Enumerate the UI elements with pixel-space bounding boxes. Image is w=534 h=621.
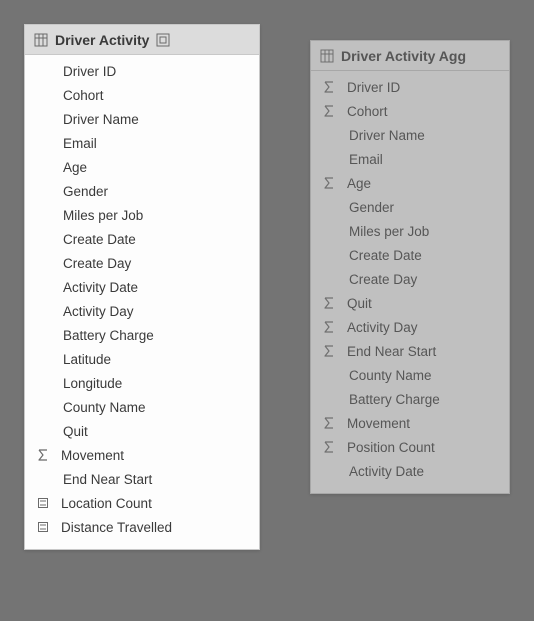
field-row[interactable]: Position Count: [311, 435, 509, 459]
field-row[interactable]: Gender: [25, 179, 259, 203]
field-row[interactable]: County Name: [311, 363, 509, 387]
field-label: Create Day: [349, 272, 417, 287]
field-row[interactable]: Location Count: [25, 491, 259, 515]
field-label: County Name: [63, 400, 146, 415]
field-label: Create Date: [349, 248, 422, 263]
field-row[interactable]: Activity Day: [25, 299, 259, 323]
sigma-icon: [321, 79, 337, 95]
field-row[interactable]: Driver ID: [25, 59, 259, 83]
field-label: Cohort: [63, 88, 104, 103]
table-icon: [33, 32, 49, 48]
field-label: Driver Name: [349, 128, 425, 143]
field-row[interactable]: Quit: [311, 291, 509, 315]
field-label: Email: [63, 136, 97, 151]
field-row[interactable]: Create Date: [311, 243, 509, 267]
field-label: Gender: [349, 200, 394, 215]
field-label: Position Count: [347, 440, 435, 455]
sigma-icon: [321, 415, 337, 431]
field-label: Activity Date: [63, 280, 138, 295]
field-label: Longitude: [63, 376, 122, 391]
field-row[interactable]: Email: [25, 131, 259, 155]
field-row[interactable]: Activity Day: [311, 315, 509, 339]
panel-body: Driver ID Cohort Driver Name Email Age Gender…: [25, 55, 259, 549]
field-label: Age: [347, 176, 371, 191]
field-label: Email: [349, 152, 383, 167]
field-row[interactable]: Movement: [25, 443, 259, 467]
field-label: Activity Day: [347, 320, 418, 335]
field-row[interactable]: Create Day: [311, 267, 509, 291]
field-label: Latitude: [63, 352, 111, 367]
sigma-icon: [321, 103, 337, 119]
sigma-icon: [321, 439, 337, 455]
panel-body: Driver ID Cohort Driver Name Email Age Gender…: [311, 71, 509, 493]
field-row[interactable]: Create Day: [25, 251, 259, 275]
field-label: Cohort: [347, 104, 388, 119]
field-label: Movement: [347, 416, 410, 431]
field-label: End Near Start: [63, 472, 152, 487]
calculator-icon: [35, 495, 51, 511]
table-panel-driver-activity[interactable]: Driver Activity Driver ID Cohort Driver Nam…: [24, 24, 260, 550]
model-canvas[interactable]: Driver Activity Driver ID Cohort Driver Nam…: [0, 0, 534, 621]
field-row[interactable]: Distance Travelled: [25, 515, 259, 539]
field-row[interactable]: Latitude: [25, 347, 259, 371]
table-icon: [319, 48, 335, 64]
field-row[interactable]: End Near Start: [25, 467, 259, 491]
field-row[interactable]: Age: [25, 155, 259, 179]
sigma-icon: [35, 447, 51, 463]
field-label: Battery Charge: [63, 328, 154, 343]
field-row[interactable]: Driver Name: [311, 123, 509, 147]
field-row[interactable]: Driver ID: [311, 75, 509, 99]
sigma-icon: [321, 319, 337, 335]
calculator-icon: [35, 519, 51, 535]
field-row[interactable]: Battery Charge: [311, 387, 509, 411]
field-label: Miles per Job: [63, 208, 143, 223]
field-label: Miles per Job: [349, 224, 429, 239]
field-row[interactable]: Cohort: [25, 83, 259, 107]
panel-title: Driver Activity Agg: [341, 48, 466, 64]
table-panel-driver-activity-agg[interactable]: Driver Activity AggDriver IDCohortDriver…: [310, 40, 510, 494]
field-row[interactable]: Cohort: [311, 99, 509, 123]
field-label: Quit: [347, 296, 372, 311]
field-row[interactable]: Miles per Job: [25, 203, 259, 227]
field-label: County Name: [349, 368, 432, 383]
field-label: Battery Charge: [349, 392, 440, 407]
field-label: Quit: [63, 424, 88, 439]
field-label: Gender: [63, 184, 108, 199]
field-row[interactable]: Battery Charge: [25, 323, 259, 347]
field-label: Movement: [61, 448, 124, 463]
field-label: Driver Name: [63, 112, 139, 127]
field-row[interactable]: Movement: [311, 411, 509, 435]
sigma-icon: [321, 175, 337, 191]
field-label: Distance Travelled: [61, 520, 172, 535]
field-label: Age: [63, 160, 87, 175]
field-row[interactable]: End Near Start: [311, 339, 509, 363]
field-row[interactable]: Activity Date: [311, 459, 509, 483]
field-row[interactable]: County Name: [25, 395, 259, 419]
panel-header[interactable]: Driver Activity Agg: [311, 41, 509, 71]
field-row[interactable]: Email: [311, 147, 509, 171]
field-row[interactable]: Driver Name: [25, 107, 259, 131]
field-label: Activity Date: [349, 464, 424, 479]
layout-icon: [155, 32, 171, 48]
field-label: Location Count: [61, 496, 152, 511]
field-row[interactable]: Age: [311, 171, 509, 195]
field-row[interactable]: Quit: [25, 419, 259, 443]
field-label: End Near Start: [347, 344, 436, 359]
field-row[interactable]: Activity Date: [25, 275, 259, 299]
field-row[interactable]: Miles per Job: [311, 219, 509, 243]
field-label: Create Date: [63, 232, 136, 247]
sigma-icon: [321, 343, 337, 359]
field-label: Create Day: [63, 256, 131, 271]
field-row[interactable]: Longitude: [25, 371, 259, 395]
field-label: Driver ID: [63, 64, 116, 79]
panel-title: Driver Activity: [55, 32, 149, 48]
panel-header[interactable]: Driver Activity: [25, 25, 259, 55]
field-row[interactable]: Gender: [311, 195, 509, 219]
sigma-icon: [321, 295, 337, 311]
field-row[interactable]: Create Date: [25, 227, 259, 251]
field-label: Activity Day: [63, 304, 134, 319]
field-label: Driver ID: [347, 80, 400, 95]
